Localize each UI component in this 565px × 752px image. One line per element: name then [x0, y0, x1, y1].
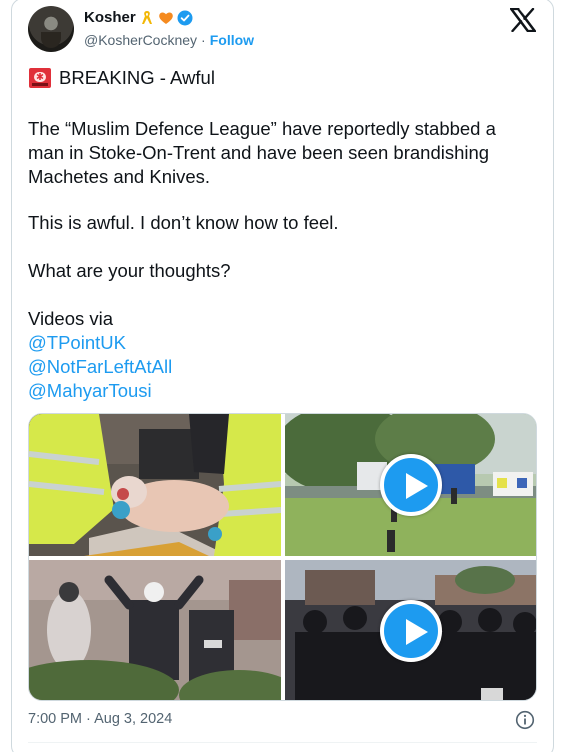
media-photo-1[interactable]	[29, 414, 281, 556]
tweet-paragraph-3: What are your thoughts?	[28, 260, 231, 281]
footer-divider	[28, 742, 537, 743]
tweet-paragraph-1: The “Muslim Defence League” have reporte…	[28, 117, 496, 189]
media-photo-2[interactable]	[29, 560, 281, 700]
tweet-paragraph-2: This is awful. I don’t know how to feel.	[28, 212, 339, 233]
paragraph-line: The “Muslim Defence League” have reporte…	[28, 118, 496, 139]
x-logo-icon[interactable]	[510, 8, 536, 32]
yellow-ribbon-icon	[139, 10, 155, 26]
author-handle[interactable]: @KosherCockney	[84, 32, 197, 48]
media-grid	[28, 413, 537, 701]
media-video-2[interactable]	[285, 560, 536, 700]
author-display-name[interactable]: Kosher	[84, 9, 136, 26]
play-icon[interactable]	[380, 454, 442, 516]
breaking-text: BREAKING - Awful	[59, 67, 215, 88]
verified-badge-icon	[177, 10, 193, 26]
mention-link-notfarleftatall[interactable]: @NotFarLeftAtAll	[28, 355, 172, 379]
play-icon[interactable]	[380, 600, 442, 662]
info-icon[interactable]	[515, 710, 535, 730]
breaking-line: BREAKING - Awful	[28, 66, 215, 90]
police-siren-icon	[29, 68, 51, 88]
author-name-row: Kosher	[84, 9, 193, 26]
mention-link-mahyartousi[interactable]: @MahyarTousi	[28, 379, 172, 403]
videos-via-text: Videos via	[28, 308, 114, 329]
orange-heart-icon	[158, 10, 174, 26]
handle-separator: ·	[201, 32, 206, 48]
author-avatar[interactable]	[28, 6, 74, 52]
tweet-timestamp[interactable]: 7:00 PM · Aug 3, 2024	[28, 711, 172, 727]
media-video-1[interactable]	[285, 414, 536, 556]
mention-link-tpointuk[interactable]: @TPointUK	[28, 331, 172, 355]
avatar-beard-shape	[41, 32, 61, 48]
author-handle-row: @KosherCockney · Follow	[84, 32, 254, 48]
paragraph-line: man in Stoke-On-Trent and have been seen…	[28, 142, 490, 163]
tweet-paragraph-4: Videos via @TPointUK @NotFarLeftAtAll @M…	[28, 307, 172, 403]
follow-button[interactable]: Follow	[210, 32, 254, 48]
paragraph-line: Machetes and Knives.	[28, 166, 211, 187]
